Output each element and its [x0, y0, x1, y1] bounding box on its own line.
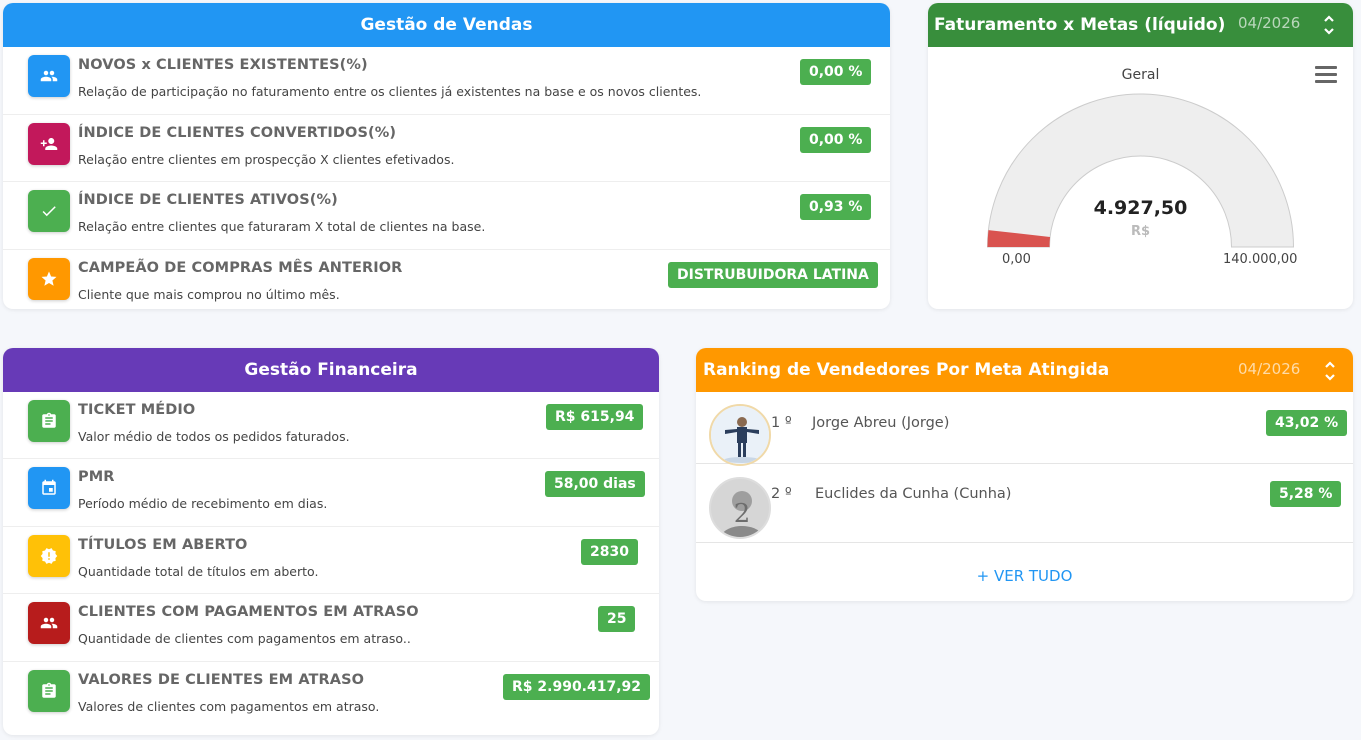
vendas-row-campeao[interactable]: CAMPEÃO DE COMPRAS MÊS ANTERIOR Cliente …	[3, 250, 890, 310]
value-badge: DISTRUBUIDORA LATINA	[668, 261, 878, 288]
vendas-header: Gestão de Vendas	[3, 3, 890, 47]
vendas-title: Gestão de Vendas	[360, 15, 533, 35]
financeira-row-clientes-atraso[interactable]: CLIENTES COM PAGAMENTOS EM ATRASO Quanti…	[3, 594, 659, 662]
calendar-icon	[28, 467, 70, 510]
vendas-row-ativos[interactable]: ÍNDICE DE CLIENTES ATIVOS(%) Relação ent…	[3, 182, 890, 250]
value-badge: 0,93 %	[800, 194, 872, 220]
vendas-row-convertidos[interactable]: ÍNDICE DE CLIENTES CONVERTIDOS(%) Relaçã…	[3, 115, 890, 182]
row-title: VALORES DE CLIENTES EM ATRASO	[78, 671, 365, 688]
ver-tudo-label: VER TUDO	[993, 567, 1073, 585]
gauge-unit: R$	[1130, 224, 1151, 239]
value-badge: R$ 2.990.417,92	[503, 673, 651, 700]
row-description: Cliente que mais comprou no último mês.	[78, 286, 340, 302]
row-description: Relação de participação no faturamento e…	[78, 84, 702, 99]
chevron-up-down-icon[interactable]	[1323, 358, 1337, 384]
rank-name: Jorge Abreu (Jorge)	[812, 415, 950, 431]
row-title: CAMPEÃO DE COMPRAS MÊS ANTERIOR	[78, 259, 403, 276]
row-title: ÍNDICE DE CLIENTES ATIVOS(%)	[78, 192, 338, 208]
avatar: 2	[709, 477, 771, 539]
person-add-icon	[28, 122, 70, 165]
faturamento-metas-card: Faturamento x Metas (líquido) 04/2026 Ge…	[928, 3, 1353, 309]
ranking-card: Ranking de Vendedores Por Meta Atingida …	[696, 348, 1353, 601]
value-badge: 58,00 dias	[545, 471, 645, 498]
row-description: Quantidade total de títulos em aberto.	[78, 563, 319, 579]
row-description: Período médio de recebimento em dias.	[78, 496, 328, 512]
row-description: Valores de clientes com pagamentos em at…	[78, 698, 380, 714]
group-icon	[28, 55, 70, 97]
gauge-min-label: 0,00	[1002, 252, 1031, 267]
value-badge: 43,02 %	[1266, 410, 1348, 436]
gauge-max-label: 140.000,00	[1223, 252, 1298, 267]
ranking-title: Ranking de Vendedores Por Meta Atingida	[703, 360, 1110, 380]
gauge-period[interactable]: 04/2026	[1238, 14, 1300, 32]
value-badge: 25	[598, 606, 636, 633]
svg-text:2: 2	[734, 499, 751, 529]
plus-icon: +	[976, 567, 990, 585]
alert-icon	[28, 534, 70, 577]
row-title: ÍNDICE DE CLIENTES CONVERTIDOS(%)	[78, 124, 397, 141]
chevron-up-down-icon[interactable]	[1322, 12, 1336, 38]
avatar	[709, 404, 771, 466]
financeira-row-ticket[interactable]: TICKET MÉDIO Valor médio de todos os ped…	[3, 392, 659, 460]
gauge-header: Faturamento x Metas (líquido) 04/2026	[928, 3, 1353, 47]
gauge-value: 4.927,50	[1093, 197, 1188, 219]
check-icon	[28, 190, 70, 232]
value-badge: R$ 615,94	[546, 404, 644, 430]
vendas-card: Gestão de Vendas NOVOS x CLIENTES EXISTE…	[3, 3, 890, 309]
financeira-card: Gestão Financeira TICKET MÉDIO Valor méd…	[3, 348, 659, 735]
value-badge: 2830	[581, 538, 638, 565]
ranking-item[interactable]: 1 º Jorge Abreu (Jorge) 43,02 %	[696, 393, 1353, 466]
row-title: TÍTULOS EM ABERTO	[78, 536, 248, 553]
rank-position: 2 º	[771, 486, 792, 502]
financeira-row-valores-atraso[interactable]: VALORES DE CLIENTES EM ATRASO Valores de…	[3, 662, 659, 729]
vendas-row-novos[interactable]: NOVOS x CLIENTES EXISTENTES(%) Relação d…	[3, 47, 890, 115]
ranking-period[interactable]: 04/2026	[1238, 360, 1300, 378]
financeira-row-pmr[interactable]: PMR Período médio de recebimento em dias…	[3, 459, 659, 527]
value-badge: 5,28 %	[1270, 481, 1342, 507]
value-badge: 0,00 %	[800, 126, 872, 153]
row-description: Relação entre clientes que faturaram X t…	[78, 219, 486, 234]
row-title: PMR	[78, 469, 115, 486]
ranking-item[interactable]: 2 2 º Euclides da Cunha (Cunha) 5,28 %	[696, 472, 1353, 543]
row-description: Relação entre clientes em prospecção X c…	[78, 151, 455, 167]
ver-tudo-link[interactable]: + VER TUDO	[696, 567, 1353, 585]
value-badge: 0,00 %	[800, 59, 872, 85]
row-title: NOVOS x CLIENTES EXISTENTES(%)	[78, 57, 368, 73]
clipboard-icon	[28, 400, 70, 442]
gauge-title: Faturamento x Metas (líquido)	[934, 15, 1226, 35]
star-icon	[28, 257, 70, 300]
row-title: CLIENTES COM PAGAMENTOS EM ATRASO	[78, 604, 419, 621]
financeira-row-titulos[interactable]: TÍTULOS EM ABERTO Quantidade total de tí…	[3, 527, 659, 595]
row-description: Quantidade de clientes com pagamentos em…	[78, 631, 411, 647]
ranking-header: Ranking de Vendedores Por Meta Atingida …	[696, 348, 1353, 392]
row-description: Valor médio de todos os pedidos faturado…	[78, 429, 350, 444]
rank-name: Euclides da Cunha (Cunha)	[815, 486, 1012, 502]
group-icon	[28, 602, 70, 645]
clipboard-icon	[28, 669, 70, 712]
financeira-title: Gestão Financeira	[244, 360, 418, 380]
row-title: TICKET MÉDIO	[78, 402, 196, 418]
rank-position: 1 º	[771, 415, 792, 431]
financeira-header: Gestão Financeira	[3, 348, 659, 392]
